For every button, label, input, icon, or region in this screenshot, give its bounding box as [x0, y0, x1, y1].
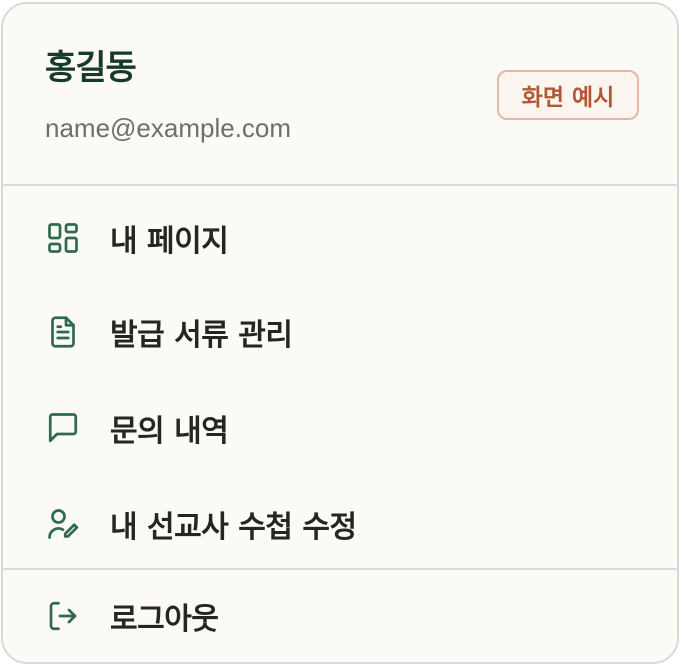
preview-badge: 화면 예시 [497, 70, 639, 120]
user-email: name@example.com [45, 113, 292, 143]
chat-icon [45, 410, 81, 446]
logout-icon [45, 598, 81, 634]
menu-item-label: 내 페이지 [110, 224, 229, 259]
account-menu-card: 홍길동 name@example.com 화면 예시 내 페이지 발급 서류 관… [1, 2, 679, 664]
dashboard-icon [45, 220, 81, 256]
document-icon [45, 314, 81, 350]
account-header: 홍길동 name@example.com 화면 예시 [3, 4, 677, 186]
menu-item-label: 발급 서류 관리 [110, 318, 293, 353]
menu-item-inquiries[interactable]: 문의 내역 [3, 396, 677, 460]
account-menu-list: 내 페이지 발급 서류 관리 문의 내역 내 선교사 수첩 수정 [3, 186, 677, 570]
logout-button[interactable]: 로그아웃 [3, 584, 677, 648]
menu-item-label: 문의 내역 [110, 414, 229, 449]
user-name: 홍길동 [45, 48, 137, 88]
logout-label: 로그아웃 [110, 602, 219, 637]
menu-item-edit-missionary-notebook[interactable]: 내 선교사 수첩 수정 [3, 492, 677, 556]
user-edit-icon [45, 506, 81, 542]
menu-item-label: 내 선교사 수첩 수정 [110, 510, 357, 545]
menu-item-issued-documents[interactable]: 발급 서류 관리 [3, 300, 677, 364]
account-footer: 로그아웃 [3, 570, 677, 662]
menu-item-my-page[interactable]: 내 페이지 [3, 206, 677, 270]
